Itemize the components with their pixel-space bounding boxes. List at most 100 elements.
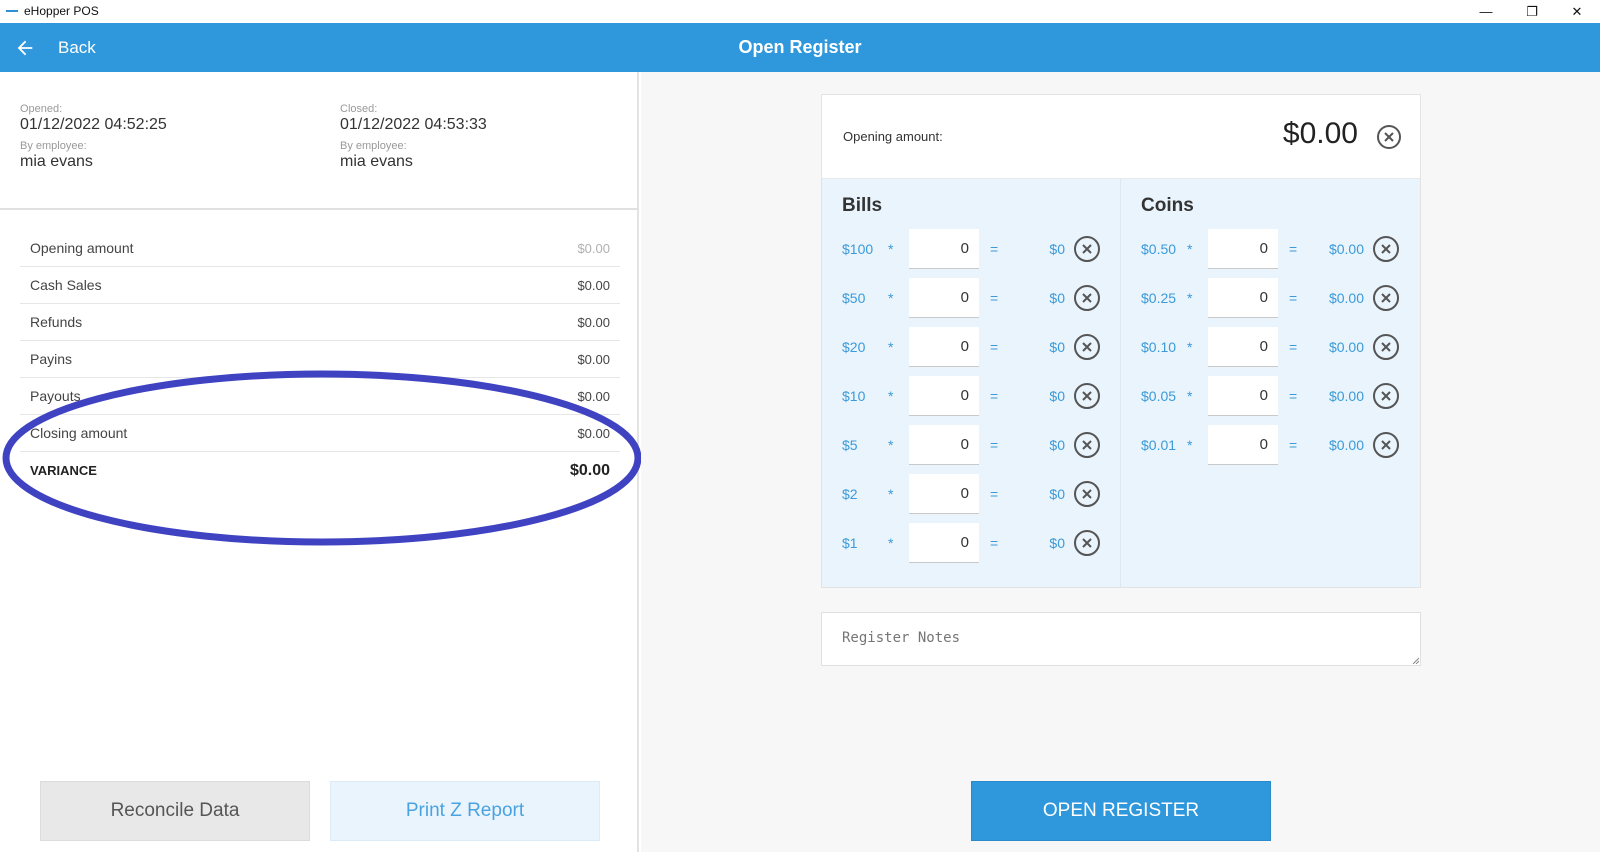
- print-z-report-button[interactable]: Print Z Report: [330, 781, 600, 841]
- denomination-row: $50 * = $0: [822, 278, 1121, 318]
- quantity-input[interactable]: [1208, 278, 1278, 318]
- multiply-sign: *: [1187, 437, 1193, 453]
- quantity-input[interactable]: [909, 278, 979, 318]
- register-session-info: Opened: 01/12/2022 04:52:25 By employee:…: [0, 72, 639, 210]
- equals-sign: =: [1289, 437, 1298, 453]
- denomination-label: $0.25: [1141, 290, 1177, 306]
- coins-title: Coins: [1141, 195, 1194, 216]
- multiply-sign: *: [1187, 290, 1193, 306]
- quantity-input[interactable]: [1208, 425, 1278, 465]
- register-notes-input[interactable]: [821, 612, 1421, 666]
- clear-row-icon[interactable]: [1372, 235, 1400, 263]
- clear-row-icon[interactable]: [1372, 382, 1400, 410]
- multiply-sign: *: [888, 535, 894, 551]
- summary-amount: $0.00: [577, 314, 610, 330]
- back-button[interactable]: Back: [14, 23, 96, 72]
- quantity-input[interactable]: [1208, 327, 1278, 367]
- clear-row-icon[interactable]: [1073, 529, 1101, 557]
- denomination-total: $0.00: [1328, 290, 1364, 306]
- denomination-row: $0.01 * = $0.00: [1121, 425, 1420, 465]
- summary-amount: $0.00: [577, 277, 610, 293]
- multiply-sign: *: [1187, 339, 1193, 355]
- quantity-input[interactable]: [909, 229, 979, 269]
- clear-row-icon[interactable]: [1372, 284, 1400, 312]
- equals-sign: =: [990, 339, 999, 355]
- bills-column: Bills $100*=$0$50*=$0$20*=$0$10*=$0$5*=$…: [822, 179, 1121, 587]
- denomination-total: $0: [1049, 388, 1065, 404]
- quantity-input[interactable]: [909, 376, 979, 416]
- clear-row-icon[interactable]: [1372, 431, 1400, 459]
- clear-row-icon[interactable]: [1073, 235, 1101, 263]
- equals-sign: =: [1289, 388, 1298, 404]
- summary-row-cash-sales: Cash Sales $0.00: [20, 267, 620, 304]
- open-register-button[interactable]: OPEN REGISTER: [971, 781, 1271, 841]
- equals-sign: =: [990, 241, 999, 257]
- denomination-total: $0: [1049, 486, 1065, 502]
- clear-row-icon[interactable]: [1073, 284, 1101, 312]
- equals-sign: =: [990, 437, 999, 453]
- summary-label: Cash Sales: [30, 277, 102, 293]
- clear-row-icon[interactable]: [1073, 333, 1101, 361]
- summary-label: Payins: [30, 351, 73, 367]
- equals-sign: =: [990, 388, 999, 404]
- denomination-row: $20 * = $0: [822, 327, 1121, 367]
- resize-grip-icon[interactable]: [1411, 656, 1419, 664]
- clear-row-icon[interactable]: [1372, 333, 1400, 361]
- maximize-button[interactable]: ❐: [1509, 0, 1555, 23]
- denomination-total: $0.00: [1328, 388, 1364, 404]
- opened-by-value: mia evans: [20, 153, 93, 170]
- quantity-input[interactable]: [1208, 376, 1278, 416]
- denomination-label: $5: [842, 437, 858, 453]
- denomination-total: $0.00: [1328, 241, 1364, 257]
- denomination-total: $0.00: [1328, 437, 1364, 453]
- denomination-row: $100 * = $0: [822, 229, 1121, 269]
- register-summary-panel: Opened: 01/12/2022 04:52:25 By employee:…: [0, 72, 642, 852]
- summary-label: Opening amount: [30, 240, 134, 256]
- denomination-label: $100: [842, 241, 874, 257]
- quantity-input[interactable]: [909, 425, 979, 465]
- clear-row-icon[interactable]: [1073, 480, 1101, 508]
- annotation-ellipse: [2, 370, 642, 546]
- equals-sign: =: [990, 486, 999, 502]
- opened-info: Opened: 01/12/2022 04:52:25 By employee:…: [20, 103, 167, 177]
- multiply-sign: *: [1187, 241, 1193, 257]
- denomination-label: $2: [842, 486, 858, 502]
- denomination-total: $0: [1049, 290, 1065, 306]
- close-window-button[interactable]: ✕: [1554, 0, 1600, 23]
- opening-amount-value: $0.00: [1282, 117, 1358, 150]
- quantity-input[interactable]: [1208, 229, 1278, 269]
- denomination-row: $10 * = $0: [822, 376, 1121, 416]
- quantity-input[interactable]: [909, 523, 979, 563]
- denomination-label: $20: [842, 339, 866, 355]
- multiply-sign: *: [888, 388, 894, 404]
- equals-sign: =: [1289, 241, 1298, 257]
- summary-label: Refunds: [30, 314, 83, 330]
- open-register-panel: Opening amount: $0.00 Bills $100 * = $0 $50 *…: [641, 72, 1600, 852]
- clear-row-icon[interactable]: [1073, 382, 1101, 410]
- summary-amount: $0.00: [577, 240, 610, 256]
- multiply-sign: *: [888, 241, 894, 257]
- equals-sign: =: [990, 535, 999, 551]
- opening-amount-row: Opening amount: $0.00: [822, 95, 1420, 179]
- denomination-row: $0.10 * = $0.00: [1121, 327, 1420, 367]
- multiply-sign: *: [888, 437, 894, 453]
- denomination-total: $0: [1049, 339, 1065, 355]
- closed-by-label: By employee:: [340, 140, 407, 152]
- closed-value: 01/12/2022 04:53:33: [340, 116, 487, 133]
- arrow-left-icon: [17, 40, 33, 55]
- reconcile-data-button[interactable]: Reconcile Data: [40, 781, 310, 841]
- denomination-label: $50: [842, 290, 866, 306]
- closed-by-value: mia evans: [340, 153, 413, 170]
- opened-by-label: By employee:: [20, 140, 87, 152]
- clear-row-icon[interactable]: [1073, 431, 1101, 459]
- minimize-button[interactable]: —: [1463, 0, 1509, 23]
- window-title: eHopper POS: [24, 4, 99, 18]
- multiply-sign: *: [1187, 388, 1193, 404]
- quantity-input[interactable]: [909, 327, 979, 367]
- clear-opening-icon[interactable]: [1376, 124, 1402, 150]
- denomination-total: $0: [1049, 437, 1065, 453]
- denomination-row: $2 * = $0: [822, 474, 1121, 514]
- cash-count-card: Opening amount: $0.00 Bills $100 * = $0 $50 *…: [821, 94, 1421, 588]
- quantity-input[interactable]: [909, 474, 979, 514]
- back-label: Back: [58, 37, 96, 57]
